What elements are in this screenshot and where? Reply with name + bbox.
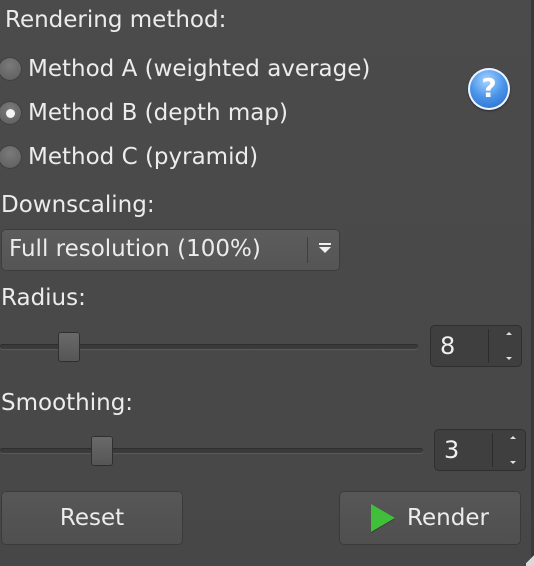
settings-panel: Rendering method: Method A (weighted ave… — [0, 0, 534, 566]
decrement-arrow-icon[interactable] — [510, 461, 516, 464]
rendering-method-label: Rendering method: — [5, 7, 227, 33]
downscaling-selected-value: Full resolution (100%) — [9, 236, 261, 262]
downscaling-dropdown[interactable]: Full resolution (100%) — [1, 229, 340, 271]
render-button-label: Render — [407, 505, 489, 531]
question-mark-icon: ? — [481, 74, 497, 104]
smoothing-value: 3 — [444, 436, 460, 464]
radio-label-method-c: Method C (pyramid) — [28, 144, 259, 170]
help-button[interactable]: ? — [468, 68, 510, 110]
resize-grip-icon[interactable] — [526, 552, 534, 566]
radio-indicator — [0, 145, 22, 169]
radio-method-c[interactable]: Method C (pyramid) — [0, 142, 258, 172]
chevron-down-icon-bar — [319, 243, 331, 245]
radius-spinbox[interactable]: 8 — [430, 325, 522, 367]
smoothing-slider-track[interactable] — [0, 448, 423, 453]
radius-label: Radius: — [1, 285, 86, 311]
spinbox-divider — [492, 433, 493, 467]
render-button[interactable]: Render — [339, 491, 521, 545]
reset-button[interactable]: Reset — [1, 491, 183, 545]
downscaling-label: Downscaling: — [1, 192, 155, 218]
increment-arrow-icon[interactable] — [506, 332, 512, 335]
smoothing-label: Smoothing: — [1, 390, 134, 416]
play-icon — [371, 504, 396, 532]
radio-method-b[interactable]: Method B (depth map) — [0, 98, 288, 128]
radio-method-a[interactable]: Method A (weighted average) — [0, 54, 370, 84]
dropdown-divider — [307, 237, 308, 263]
chevron-down-icon — [319, 247, 331, 253]
reset-button-label: Reset — [59, 505, 125, 531]
decrement-arrow-icon[interactable] — [506, 357, 512, 360]
radio-label-method-a: Method A (weighted average) — [28, 56, 371, 82]
radius-value: 8 — [440, 332, 456, 360]
smoothing-slider-thumb[interactable] — [91, 436, 113, 466]
radius-slider-thumb[interactable] — [58, 332, 80, 362]
radio-label-method-b: Method B (depth map) — [28, 100, 288, 126]
increment-arrow-icon[interactable] — [510, 436, 516, 439]
radio-indicator — [0, 57, 22, 81]
radio-indicator-selected — [0, 101, 22, 125]
smoothing-spinbox[interactable]: 3 — [434, 429, 526, 471]
spinbox-divider — [488, 329, 489, 363]
